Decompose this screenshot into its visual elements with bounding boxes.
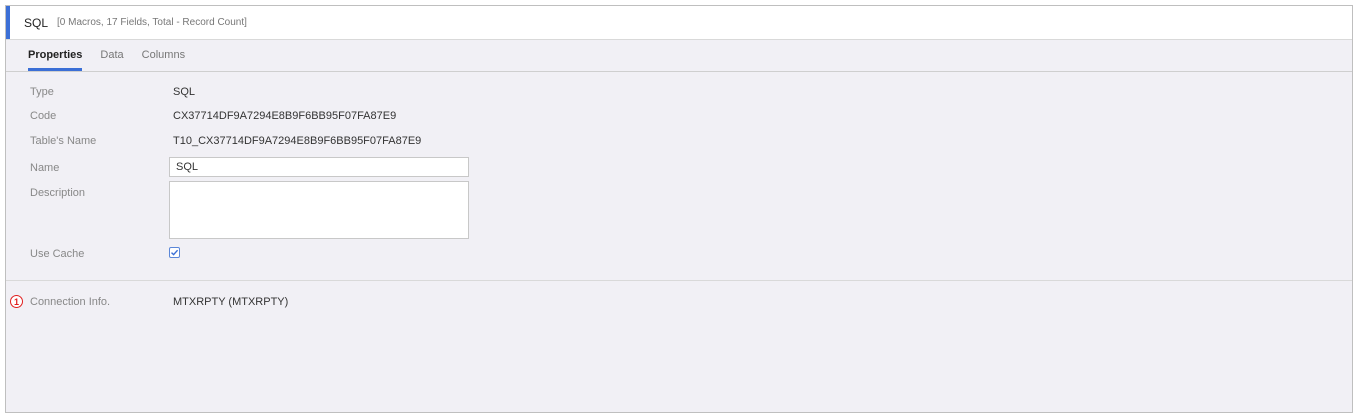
tab-bar: Properties Data Columns	[6, 40, 1352, 72]
table-name-label: Table's Name	[30, 135, 97, 147]
panel-header: SQL [0 Macros, 17 Fields, Total - Record…	[6, 6, 1352, 40]
description-textarea[interactable]	[169, 181, 469, 239]
table-name-value: T10_CX37714DF9A7294E8B9F6BB95F07FA87E9	[173, 135, 422, 147]
name-input[interactable]	[169, 157, 469, 177]
header-accent-bar	[6, 6, 10, 39]
tab-columns[interactable]: Columns	[142, 40, 185, 71]
tab-data[interactable]: Data	[100, 40, 123, 71]
tab-properties[interactable]: Properties	[28, 40, 83, 71]
section-divider	[6, 280, 1352, 281]
connection-info-label: Connection Info.	[30, 296, 111, 308]
panel-title: SQL	[24, 15, 49, 30]
panel-subtitle: [0 Macros, 17 Fields, Total - Record Cou…	[57, 17, 247, 28]
checkmark-icon	[171, 249, 179, 256]
connection-info-value: MTXRPTY (MTXRPTY)	[173, 296, 289, 308]
code-value: CX37714DF9A7294E8B9F6BB95F07FA87E9	[173, 110, 397, 122]
sql-panel: SQL [0 Macros, 17 Fields, Total - Record…	[5, 5, 1353, 413]
type-value: SQL	[173, 86, 196, 98]
code-label: Code	[30, 110, 57, 122]
name-label: Name	[30, 162, 60, 174]
use-cache-checkbox[interactable]	[169, 247, 180, 258]
annotation-marker: 1	[10, 295, 23, 308]
use-cache-label: Use Cache	[30, 248, 85, 260]
description-label: Description	[30, 187, 86, 199]
type-label: Type	[30, 86, 54, 98]
